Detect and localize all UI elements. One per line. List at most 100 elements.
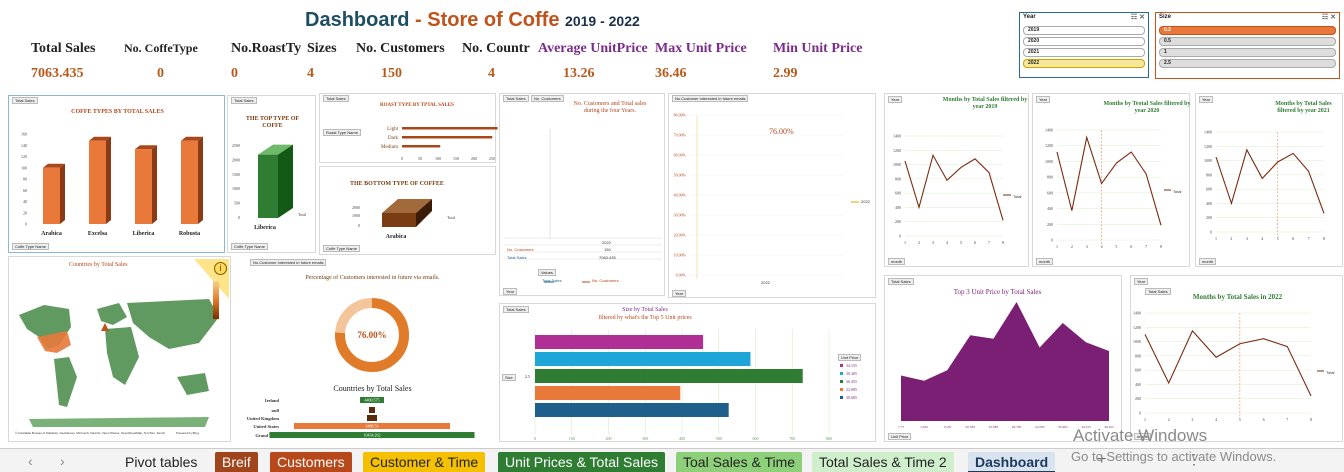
size-slicer-item-1[interactable]: 1 bbox=[1159, 48, 1336, 57]
legend-no-customers-2: No. Customers bbox=[592, 278, 619, 283]
bar-side bbox=[106, 136, 111, 224]
coffee-type-name-button[interactable]: Coffe Type Name bbox=[12, 243, 49, 250]
map-landmass bbox=[97, 303, 127, 325]
excel-window: { "header":{"title_a":"Dashboard","title… bbox=[0, 0, 1344, 472]
month-button[interactable]: month bbox=[888, 258, 906, 265]
y-tick-label: 0 bbox=[899, 234, 901, 239]
roast-type-panel: Total Sales ROAST TYPE BY TPTAL SALES Ro… bbox=[319, 93, 498, 163]
size-sales-chart: 0 100 200 300 400 500 600 700 800 2.5 34.155 30.405… bbox=[525, 329, 857, 441]
kpi-sizes-label: Sizes bbox=[307, 41, 337, 56]
bar-side bbox=[60, 163, 65, 224]
data-label: 3488.53 bbox=[366, 424, 379, 429]
x-tick-label: 3 bbox=[1191, 417, 1193, 422]
x-tick-label: 700 bbox=[789, 436, 795, 441]
year-slicer-item-2019[interactable]: 2019 bbox=[1023, 26, 1145, 35]
cs-customers-value: 150 bbox=[604, 247, 611, 252]
series-line bbox=[1144, 329, 1312, 397]
tab-dashboard[interactable]: Dashboard bbox=[968, 452, 1056, 472]
x-tick-label: 1 bbox=[1056, 244, 1058, 249]
kpi-min-price-value: 2.99 bbox=[773, 66, 798, 81]
coffee-type-name-button[interactable]: Coffe Type Name bbox=[231, 243, 268, 250]
year-button[interactable]: Year bbox=[503, 288, 518, 295]
cs-year-label: 2022 bbox=[602, 240, 611, 245]
legend-no-customers: No. Customers bbox=[507, 247, 534, 252]
x-tick-label: 400 bbox=[679, 436, 685, 441]
y-tick-label: 800 bbox=[1047, 175, 1053, 180]
kpi-coffetype-value: 0 bbox=[157, 66, 164, 81]
unit-price-button[interactable]: Unit Price bbox=[888, 433, 912, 440]
bar bbox=[258, 154, 278, 218]
x-tick-label: 150 bbox=[453, 156, 459, 161]
legend-label: Total bbox=[447, 215, 456, 220]
map-powered-by: Powered by Bing bbox=[176, 431, 199, 435]
y-tick-label: 70.00% bbox=[674, 133, 687, 138]
y-tick-label: 0 bbox=[25, 222, 27, 227]
tab-total-sales-time-2[interactable]: Total Sales & Time 2 bbox=[812, 452, 954, 472]
year-button[interactable]: Year bbox=[672, 290, 687, 297]
year-slicer-item-2020[interactable]: 2020 bbox=[1023, 37, 1145, 46]
bar bbox=[135, 149, 152, 224]
kpi-max-price-label: Max Unit Price bbox=[655, 41, 747, 56]
y-tick-label: 200 bbox=[1135, 396, 1141, 401]
coffee-types-panel: Total Sales COFFE TYPES BY TOTAL SALES 0… bbox=[8, 95, 225, 253]
tab-unit-prices[interactable]: Unit Prices & Total Sales bbox=[498, 452, 666, 472]
x-tick-label: 8 bbox=[1323, 236, 1325, 241]
x-tick-label: 8 bbox=[1310, 417, 1312, 422]
customers-sales-chart bbox=[504, 129, 662, 283]
tab-breif[interactable]: Breif bbox=[215, 452, 258, 472]
x-tick-label: 4 bbox=[946, 240, 948, 245]
kpi-customers-label: No. Customers bbox=[356, 41, 445, 56]
x-tick-label: 15.85 bbox=[943, 425, 951, 429]
top3-chart: 7.77 14.85 15.85 20.585 22.885 29.785 31.085 33… bbox=[898, 302, 1114, 429]
pct-customers-panel: No.Customer interested in future emails … bbox=[668, 93, 876, 298]
y-tick-label: 1400 bbox=[893, 134, 901, 139]
category-label: Arabica bbox=[386, 234, 407, 240]
months-2021-chart: 0 200 400 600 800 1000 1200 1400 1 2 3 4 5 6 7 8 bbox=[1204, 130, 1325, 242]
legend-total-sales-2: Total Sales bbox=[542, 278, 562, 283]
map-landmass bbox=[54, 357, 77, 407]
year-slicer-header: Year ☷ ✕ bbox=[1020, 13, 1148, 24]
info-icon[interactable]: i bbox=[214, 262, 227, 275]
x-tick-label: 8 bbox=[1002, 240, 1004, 245]
y-tick-label: 800 bbox=[1135, 353, 1141, 358]
bar bbox=[402, 145, 441, 148]
tab-customer-time[interactable]: Customer & Time bbox=[363, 452, 486, 472]
y-tick-label: 1200 bbox=[1204, 144, 1212, 149]
y-tick-label: 600 bbox=[1047, 190, 1053, 195]
coffee-type-name-button[interactable]: Coffe Type Name bbox=[323, 245, 360, 252]
clear-filter-icon[interactable]: ☷ ✕ bbox=[1131, 13, 1145, 21]
size-slicer-item-2-5[interactable]: 2.5 bbox=[1159, 59, 1336, 68]
month-button[interactable]: month bbox=[1199, 258, 1217, 265]
scroll-right-icon[interactable]: › bbox=[60, 453, 65, 469]
dashboard-title: Dashboard - Store of Coffe 2019 - 2022 bbox=[305, 9, 640, 32]
kpi-roasttype-label: No.RoastTy bbox=[231, 41, 302, 56]
y-tick-label: 0.00% bbox=[676, 273, 687, 278]
x-tick-label: 5 bbox=[960, 240, 962, 245]
activate-windows-line2: Go to Settings to activate Windows. bbox=[1071, 449, 1277, 464]
y-tick-label: 600 bbox=[1206, 187, 1212, 192]
tab-toal-sales-time[interactable]: Toal Sales & Time bbox=[676, 452, 803, 472]
tab-customers[interactable]: Customers bbox=[270, 452, 352, 472]
month-button[interactable]: month bbox=[1036, 258, 1054, 265]
months-2022-chart: 0 200 400 600 800 1000 1200 1400 1 2 3 4 5 6 7 8 bbox=[1133, 311, 1324, 422]
clear-filter-icon[interactable]: ☷ ✕ bbox=[1322, 13, 1336, 21]
scroll-left-icon[interactable]: ‹ bbox=[28, 453, 33, 469]
category-label: Arabica bbox=[41, 231, 62, 237]
size-slicer-item-0-5[interactable]: 0.5 bbox=[1159, 37, 1336, 46]
legend-swatch bbox=[840, 372, 843, 375]
legend-label: 22.885 bbox=[846, 387, 857, 392]
top-type-panel: Total Sales THE TOP TYPE OF COFFE 0 500 10… bbox=[227, 95, 316, 253]
size-slicer-item-0-2[interactable]: 0.2 bbox=[1159, 26, 1336, 35]
bar bbox=[43, 167, 60, 224]
x-tick-label: 2 bbox=[918, 240, 920, 245]
size-slicer-title: Size bbox=[1159, 14, 1172, 20]
title-part-a: Dashboard bbox=[305, 9, 410, 31]
legend-label: 36.455 bbox=[846, 379, 857, 384]
y-tick-label: 1000 bbox=[1133, 339, 1141, 344]
y-tick-label: 600 bbox=[1135, 368, 1141, 373]
legend-swatch bbox=[840, 388, 843, 391]
tab-pivot-tables[interactable]: Pivot tables bbox=[118, 452, 204, 472]
year-slicer-item-2022[interactable]: 2022 bbox=[1023, 59, 1145, 68]
year-slicer-item-2021[interactable]: 2021 bbox=[1023, 48, 1145, 57]
values-button[interactable]: Values bbox=[538, 269, 556, 276]
